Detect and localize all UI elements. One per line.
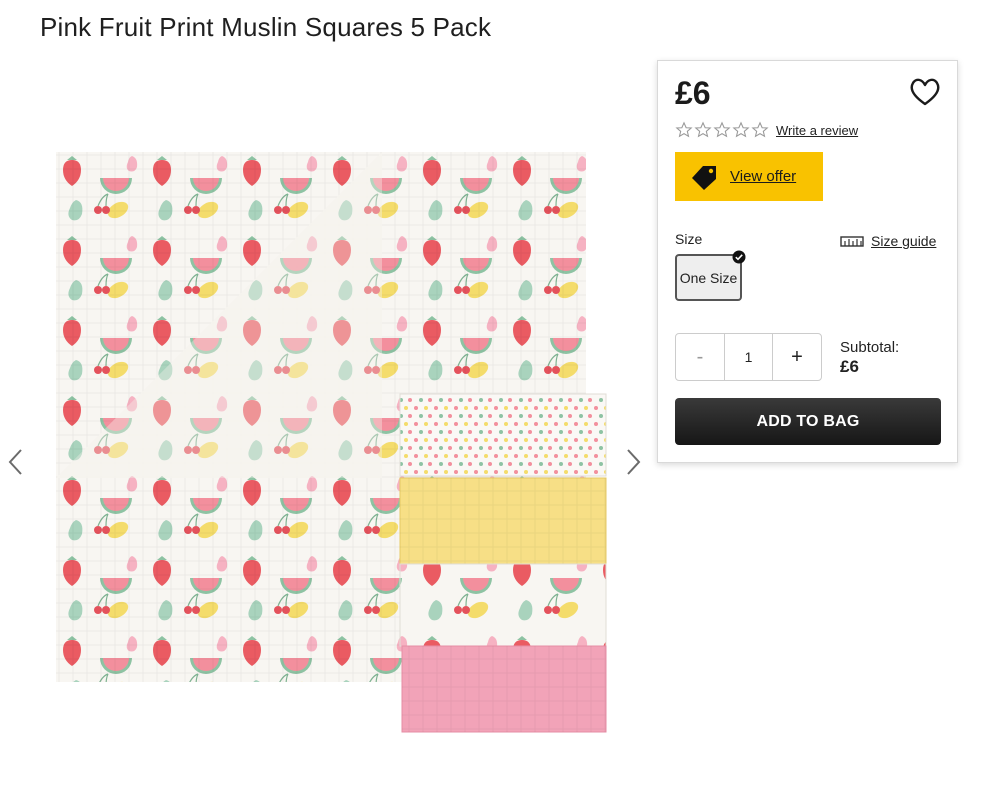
view-offer-label: View offer	[730, 168, 797, 185]
subtotal-label: Subtotal:	[840, 339, 900, 356]
quantity-input[interactable]: 1	[724, 334, 773, 380]
chevron-left-icon	[8, 449, 22, 475]
wishlist-button[interactable]	[908, 77, 942, 107]
product-price: £6	[675, 75, 711, 111]
size-guide-label: Size guide	[871, 233, 937, 249]
quantity-stepper: - 1 +	[675, 333, 822, 381]
product-image	[56, 152, 607, 733]
write-review-link[interactable]: Write a review	[776, 123, 858, 138]
star-rating: Write a review	[675, 121, 858, 139]
purchase-panel: £6 Write a review View offer Size Size g…	[657, 60, 958, 463]
carousel-next-button[interactable]	[621, 444, 645, 480]
check-circle-icon	[732, 250, 746, 264]
add-to-bag-button[interactable]: ADD TO BAG	[675, 398, 941, 445]
star-empty-icon	[694, 121, 712, 138]
star-empty-icon	[732, 121, 750, 138]
subtotal-value: £6	[840, 357, 859, 376]
star-empty-icon	[751, 121, 769, 138]
quantity-increase-button[interactable]: +	[773, 334, 821, 380]
size-guide-link[interactable]: Size guide	[840, 233, 936, 249]
star-empty-icon	[713, 121, 731, 138]
star-empty-icon	[675, 121, 693, 138]
price-tag-icon	[692, 165, 716, 190]
subtotal: Subtotal: £6	[840, 339, 899, 377]
view-offer-button[interactable]: View offer	[675, 152, 823, 201]
chevron-right-icon	[627, 449, 641, 475]
size-label: Size	[675, 231, 703, 247]
quantity-decrease-button[interactable]: -	[676, 334, 724, 380]
ruler-icon	[840, 236, 864, 247]
heart-outline-icon	[910, 78, 940, 106]
page-title: Pink Fruit Print Muslin Squares 5 Pack	[40, 12, 492, 42]
carousel-prev-button[interactable]	[4, 444, 28, 480]
